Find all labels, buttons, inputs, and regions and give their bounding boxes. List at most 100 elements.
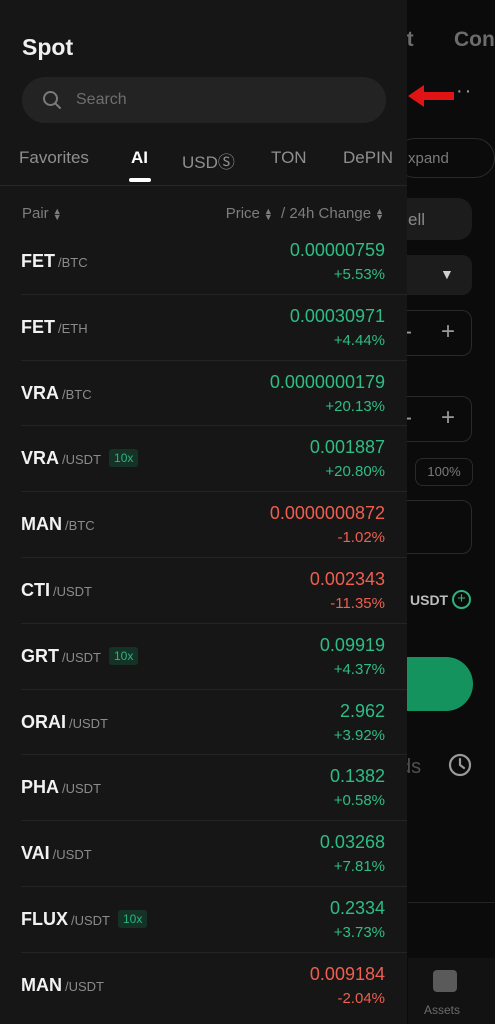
red-arrow-icon <box>408 85 454 107</box>
pair-price: 0.1382 <box>329 766 385 787</box>
spot-pairs-drawer: Spot Favorites AI USDⓈ TON DePIN Pair▲▼ … <box>0 0 407 1024</box>
pair-base: FET <box>21 316 55 337</box>
table-row[interactable]: VRA/BTC 0.0000000179 +20.13% <box>21 361 407 427</box>
tab-ai[interactable]: AI <box>131 148 148 168</box>
bg-percent-100[interactable]: 100% <box>415 458 473 486</box>
pair-change: -11.35% <box>330 594 385 612</box>
column-price-label: Price <box>225 205 260 222</box>
pair-price: 0.0000000179 <box>269 371 385 392</box>
pair-change: +3.73% <box>333 923 385 941</box>
pair-quote: /ETH <box>58 320 88 336</box>
pair-base: CTI <box>21 579 50 600</box>
pair-change: +20.13% <box>325 397 385 415</box>
pair-name: ORAI/USDT <box>21 712 108 733</box>
plus-icon[interactable]: + <box>441 404 455 432</box>
pair-name: FET/BTC <box>21 251 88 272</box>
pair-quote: /USDT <box>69 715 108 731</box>
nav-assets-label[interactable]: Assets <box>424 1003 460 1017</box>
pair-change: +5.53% <box>333 266 385 283</box>
pair-quote: /USDT <box>62 452 102 468</box>
table-row[interactable]: MAN/USDT 0.009184 -2.04% <box>21 953 407 1019</box>
pair-name: VRA/USDT 10x <box>21 448 139 469</box>
history-clock-icon[interactable] <box>447 752 473 778</box>
drawer-title: Spot <box>22 34 74 60</box>
leverage-badge: 10x <box>109 449 139 468</box>
pair-name: MAN/USDT <box>21 975 104 996</box>
bg-expand-label: xpand <box>408 150 449 167</box>
pair-name: GRT/USDT 10x <box>21 646 139 667</box>
pair-price: 0.00030971 <box>289 305 385 326</box>
pair-change: -2.04% <box>337 989 385 1007</box>
table-row[interactable]: FET/BTC 0.00000759 +5.53% <box>21 229 407 295</box>
pair-price: 0.0000000872 <box>269 503 385 524</box>
pair-base: VAI <box>21 843 50 864</box>
pair-price: 0.09919 <box>319 634 385 655</box>
pair-name: VRA/BTC <box>21 383 92 404</box>
pair-price: 0.001887 <box>309 437 385 458</box>
table-row[interactable]: ORAI/USDT 2.962 +3.92% <box>21 690 407 756</box>
active-tab-indicator <box>129 178 151 182</box>
leverage-badge: 10x <box>118 909 148 928</box>
pair-name: CTI/USDT <box>21 580 92 601</box>
pair-name: FET/ETH <box>21 317 88 338</box>
sort-icon: ▲ ▼ <box>375 206 384 223</box>
pair-price: 2.962 <box>339 700 385 721</box>
bg-usdt-label: USDT <box>410 592 449 608</box>
pair-change: +3.92% <box>333 726 385 744</box>
pair-base: ORAI <box>21 711 66 732</box>
search-input[interactable] <box>76 77 366 123</box>
pair-price: 0.2334 <box>329 897 385 918</box>
pair-list: FET/BTC 0.00000759 +5.53% FET/ETH 0.00030971… <box>0 229 407 1019</box>
ellipsis-icon[interactable]: ·· <box>456 80 473 103</box>
table-row[interactable]: MAN/BTC 0.0000000872 -1.02% <box>21 492 407 558</box>
pair-name: MAN/BTC <box>21 514 95 535</box>
search-bar[interactable] <box>22 77 386 123</box>
bg-divider <box>408 902 495 903</box>
tab-depin[interactable]: DePIN <box>343 148 393 168</box>
table-row[interactable]: VRA/USDT 10x 0.001887 +20.80% <box>21 426 407 493</box>
pair-quote: /USDT <box>62 649 101 665</box>
column-header-pair[interactable]: Pair ▲ ▼ <box>22 205 62 222</box>
table-row[interactable]: GRT/USDT 10x 0.09919 +4.37% <box>21 624 407 690</box>
plus-icon[interactable]: + <box>441 318 455 346</box>
table-row[interactable]: FET/ETH 0.00030971 +4.44% <box>21 295 407 361</box>
pair-name: FLUX/USDT 10x <box>21 908 148 930</box>
caret-down-icon: ▼ <box>440 266 454 282</box>
pair-price: 0.002343 <box>309 568 385 589</box>
pair-price: 0.03268 <box>319 832 385 853</box>
table-row[interactable]: PHA/USDT 0.1382 +0.58% <box>21 755 407 822</box>
tab-favorites[interactable]: Favorites <box>19 148 89 168</box>
table-row[interactable]: CTI/USDT 0.002343 -11.35% <box>21 558 407 624</box>
pair-base: VRA <box>21 448 60 469</box>
column-header-price-change[interactable]: Price ▲ ▼ / 24h Change ▲ ▼ <box>226 205 384 222</box>
pair-change: +4.37% <box>333 660 385 678</box>
pair-quote: /USDT <box>71 912 110 928</box>
tab-ton[interactable]: TON <box>271 148 307 168</box>
pair-quote: /USDT <box>65 978 104 994</box>
pair-base: VRA <box>21 382 60 403</box>
pair-name: VAI/USDT <box>21 843 92 864</box>
pair-base: PHA <box>21 777 60 798</box>
pair-quote: /BTC <box>62 386 92 402</box>
bg-sell-label: ell <box>408 210 426 229</box>
bg-tab-convert[interactable]: Con <box>454 28 495 52</box>
table-row[interactable]: FLUX/USDT 10x 0.2334 +3.73% <box>21 887 407 953</box>
pair-price: 0.00000759 <box>289 240 385 260</box>
sort-icon: ▲ ▼ <box>52 206 62 223</box>
pair-change: +7.81% <box>333 858 385 876</box>
pair-base: MAN <box>21 514 62 535</box>
pair-base: FLUX <box>21 908 68 929</box>
pair-quote: /USDT <box>62 781 102 797</box>
pair-change: +4.44% <box>333 331 385 349</box>
add-funds-icon[interactable]: + <box>452 590 471 609</box>
tab-usds[interactable]: USDⓈ <box>182 148 235 173</box>
column-change-label: / 24h Change <box>281 205 372 222</box>
pair-change: +0.58% <box>333 792 385 810</box>
table-row[interactable]: VAI/USDT 0.03268 +7.81% <box>21 821 407 887</box>
pair-base: FET <box>21 251 55 271</box>
leverage-badge: 10x <box>109 646 139 665</box>
sort-icon: ▲ ▼ <box>263 206 273 223</box>
pair-quote: /USDT <box>52 847 92 863</box>
wallet-icon[interactable] <box>433 970 457 992</box>
search-icon <box>43 91 61 109</box>
